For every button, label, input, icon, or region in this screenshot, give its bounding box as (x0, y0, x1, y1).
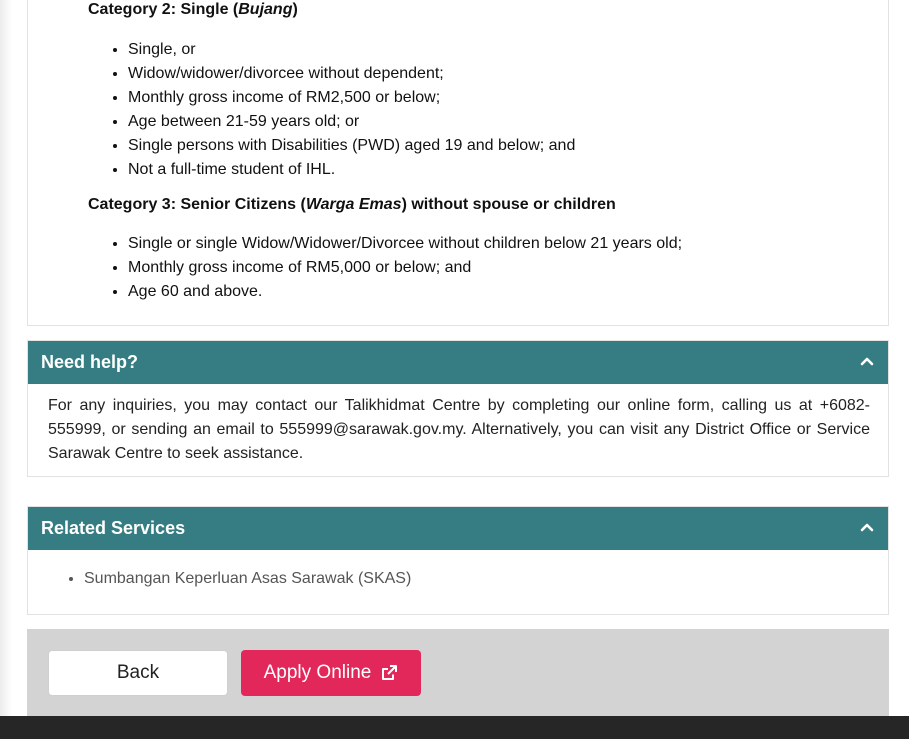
back-button[interactable]: Back (48, 650, 228, 696)
list-item: Age between 21-59 years old; or (128, 110, 575, 134)
need-help-header[interactable]: Need help? (28, 341, 888, 384)
list-item: Age 60 and above. (128, 280, 682, 304)
footer-bar (0, 716, 909, 739)
category-2-list: Single, or Widow/widower/divorcee withou… (108, 38, 575, 182)
list-item: Monthly gross income of RM5,000 or below… (128, 256, 682, 280)
list-item: Single, or (128, 38, 575, 62)
category-3-list: Single or single Widow/Widower/Divorcee … (108, 232, 682, 304)
list-item: Monthly gross income of RM2,500 or below… (128, 86, 575, 110)
related-services-list: Sumbangan Keperluan Asas Sarawak (SKAS) (64, 570, 411, 588)
list-item: Widow/widower/divorcee without dependent… (128, 62, 575, 86)
back-button-label: Back (116, 662, 160, 683)
chevron-up-icon[interactable] (860, 354, 874, 368)
external-link-icon (380, 664, 398, 682)
action-bar: Back Apply Online (27, 629, 889, 716)
left-edge-shadow (0, 0, 12, 716)
category-2-heading: Category 2: Single (Bujang) (88, 1, 298, 18)
list-item: Not a full-time student of IHL. (128, 158, 575, 182)
need-help-title: Need help? (41, 352, 139, 372)
category-3-heading: Category 3: Senior Citizens (Warga Emas)… (88, 196, 616, 213)
help-text: For any inquiries, you may contact our T… (48, 397, 870, 462)
eligibility-card: Category 2: Single (Bujang) Single, or W… (27, 0, 889, 326)
apply-online-label: Apply Online (263, 662, 372, 683)
list-item: Sumbangan Keperluan Asas Sarawak (SKAS) (84, 570, 411, 588)
related-services-header[interactable]: Related Services (28, 507, 888, 550)
chevron-up-icon[interactable] (860, 520, 874, 534)
list-item: Single or single Widow/Widower/Divorcee … (128, 232, 682, 256)
related-service-link[interactable]: Sumbangan Keperluan Asas Sarawak (SKAS) (84, 570, 411, 587)
related-services-panel: Related Services Sumbangan Keperluan Asa… (27, 506, 889, 615)
list-item: Single persons with Disabilities (PWD) a… (128, 134, 575, 158)
apply-online-button[interactable]: Apply Online (241, 650, 421, 696)
need-help-panel: Need help? For any inquiries, you may co… (27, 340, 889, 477)
related-services-title: Related Services (41, 518, 186, 538)
